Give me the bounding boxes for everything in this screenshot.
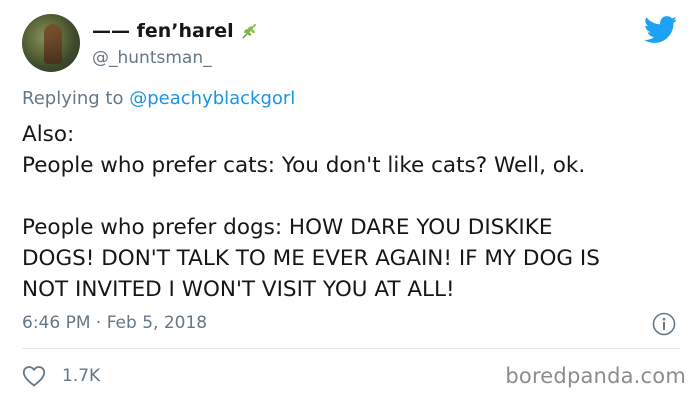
tweet-timestamp[interactable]: 6:46 PM · Feb 5, 2018: [22, 313, 207, 333]
tweet-line: NOT INVITED I WON'T VISIT YOU AT ALL!: [22, 277, 455, 302]
tweet-line: People who prefer dogs: HOW DARE YOU DIS…: [22, 215, 553, 240]
author-handle[interactable]: @_huntsman_: [92, 48, 212, 68]
heart-icon[interactable]: [22, 365, 46, 387]
tweet-line: People who prefer cats: You don't like c…: [22, 153, 586, 178]
leaf-icon: [241, 23, 256, 39]
replying-prefix: Replying to: [22, 88, 130, 109]
tweet-line: Also:: [22, 122, 75, 147]
tweet-text: Also: People who prefer cats: You don't …: [22, 119, 687, 305]
twitter-bird-icon[interactable]: [644, 16, 678, 44]
tweet-line: DOGS! DON'T TALK TO ME EVER AGAIN! IF MY…: [22, 246, 600, 271]
replying-to: Replying to @peachyblackgorl: [22, 88, 295, 109]
like-count: 1.7K: [62, 366, 101, 386]
tweet-blank-line: [22, 181, 687, 212]
reply-mention-link[interactable]: @peachyblackgorl: [129, 88, 295, 109]
avatar[interactable]: [22, 14, 80, 72]
divider: [22, 348, 680, 349]
author-name[interactable]: —— fen’harel: [92, 20, 234, 42]
author-name-row[interactable]: —— fen’harel: [92, 20, 258, 42]
info-icon[interactable]: [652, 312, 676, 336]
watermark: boredpanda.com: [505, 364, 686, 388]
